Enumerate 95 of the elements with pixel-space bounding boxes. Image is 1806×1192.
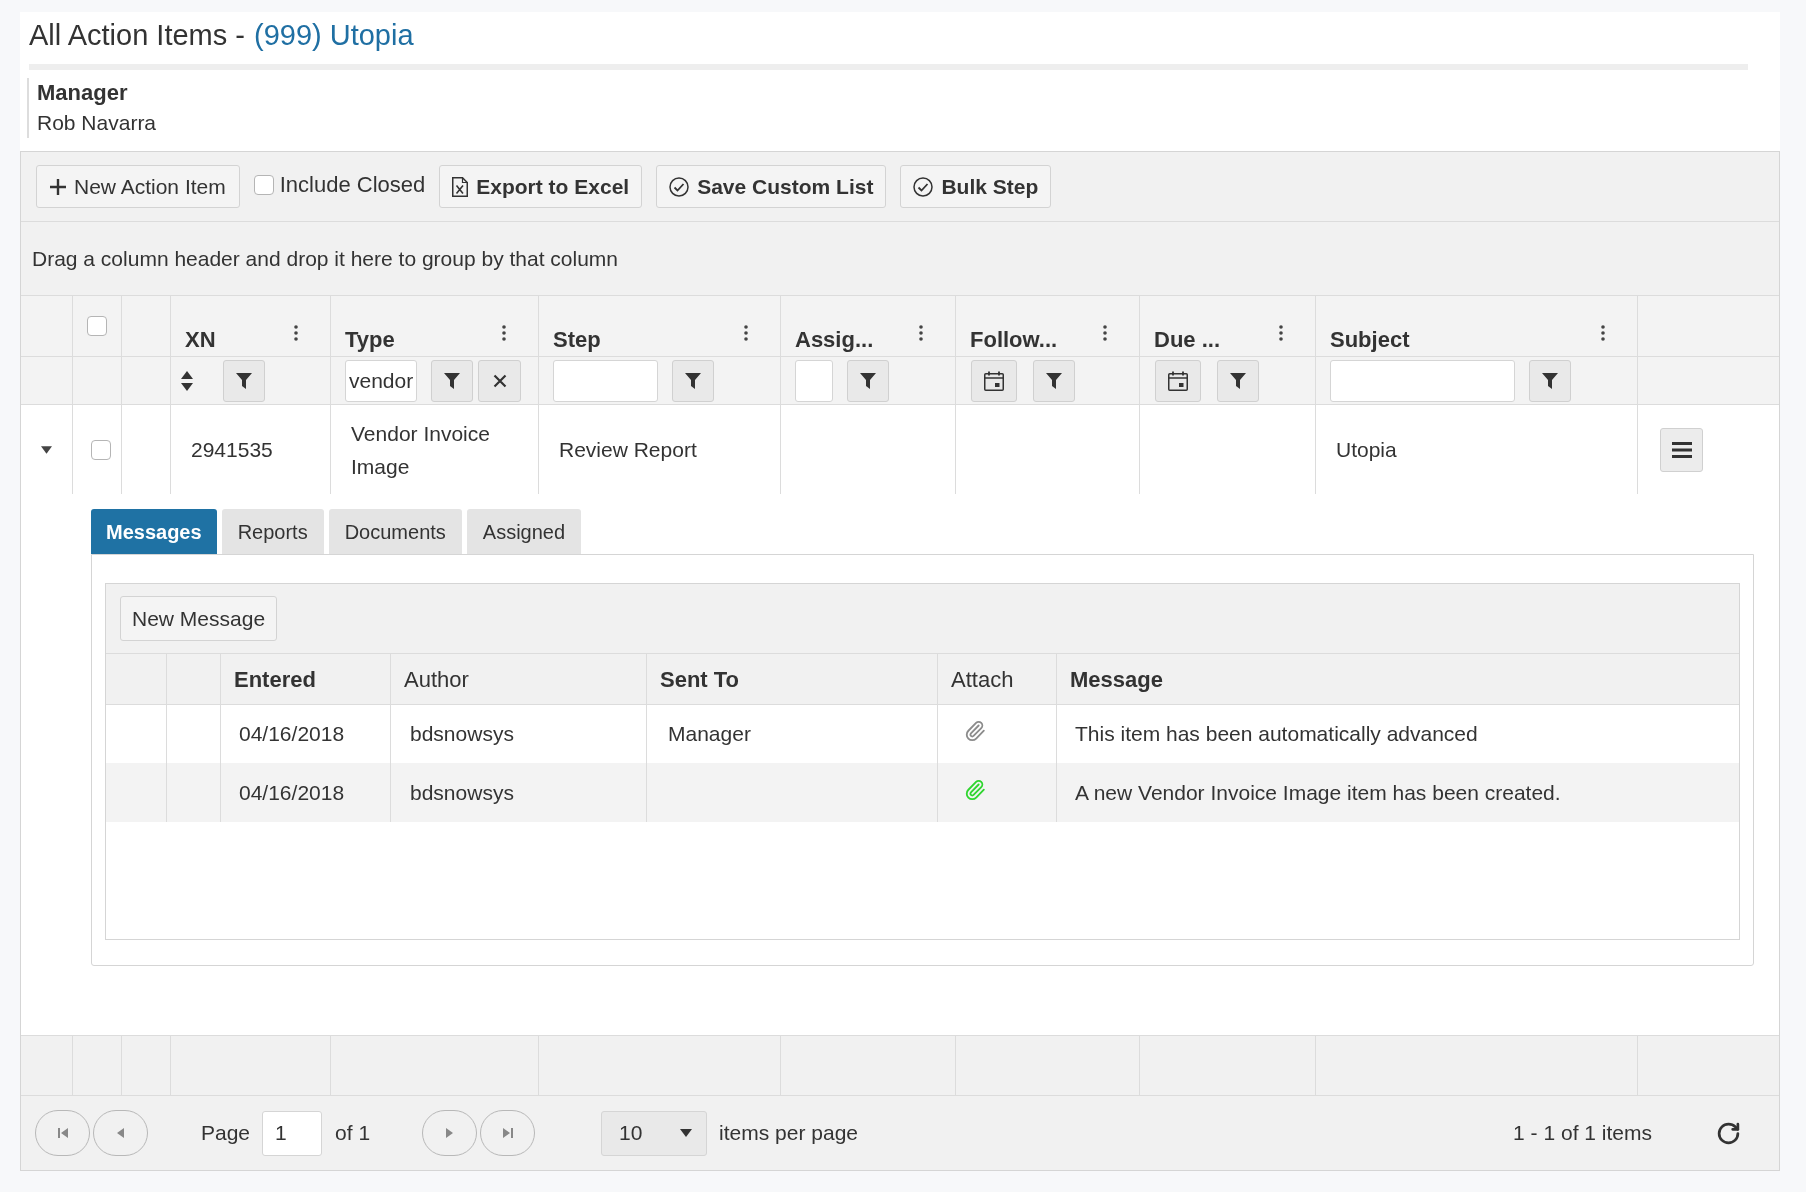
include-closed-checkbox[interactable]	[253, 174, 274, 195]
column-header[interactable]: Attach	[951, 662, 1014, 696]
page-number-input[interactable]: 1	[262, 1110, 323, 1156]
page-title: All Action Items -	[29, 18, 245, 52]
new-action-item-button[interactable]: New Action Item	[36, 165, 240, 208]
kebab-menu-icon[interactable]	[1601, 324, 1605, 342]
action-button[interactable]: Bulk Step	[900, 165, 1052, 208]
check-circle-icon	[669, 176, 690, 197]
filter-icon	[685, 372, 701, 389]
row-checkbox[interactable]	[91, 439, 111, 460]
filter-icon	[444, 372, 460, 389]
pager-summary: 1 - 1 of 1 items	[1513, 1120, 1652, 1147]
title-link[interactable]: (999) Utopia	[253, 18, 414, 52]
role-label: Manager	[37, 79, 128, 107]
tab[interactable]: Reports	[221, 509, 324, 554]
calendar-button[interactable]	[1155, 359, 1201, 402]
table-cell-text: This item has been automatically advanced	[1075, 721, 1478, 748]
filter-input[interactable]	[553, 359, 658, 402]
filter-button[interactable]	[672, 359, 714, 402]
column-header[interactable]: Follow...	[970, 326, 1058, 354]
column-header[interactable]: Due ...	[1154, 326, 1220, 354]
skip-end-icon	[502, 1128, 513, 1138]
tab[interactable]: Messages	[91, 509, 217, 554]
kebab-menu-icon[interactable]	[744, 324, 748, 342]
table-cell-text: bdsnowsys	[410, 721, 514, 748]
refresh-icon[interactable]	[1716, 1120, 1741, 1146]
paperclip-icon[interactable]	[964, 720, 986, 742]
clear-filter-button[interactable]	[478, 359, 521, 402]
filter-button[interactable]	[1033, 359, 1075, 402]
filter-icon	[860, 372, 876, 389]
column-header[interactable]: Step	[553, 326, 601, 354]
sort-arrows-icon[interactable]	[181, 370, 193, 391]
table-cell-text: 2941535	[191, 437, 273, 463]
menu-icon	[1671, 441, 1692, 458]
table-cell-text: 04/16/2018	[239, 721, 345, 748]
column-header[interactable]: XN	[185, 326, 216, 354]
filter-icon	[1542, 372, 1558, 389]
page-total-label: of 1	[335, 1120, 371, 1147]
assignee-name: Rob Navarra	[37, 110, 157, 136]
kebab-menu-icon[interactable]	[1103, 324, 1107, 342]
column-header[interactable]: Sent To	[660, 662, 740, 696]
triangle-left-icon	[117, 1128, 124, 1138]
filter-input[interactable]	[1330, 359, 1515, 402]
group-drop-area[interactable]: Drag a column header and drop it here to group by that column	[21, 222, 1779, 295]
checkbox-label[interactable]: Include Closed	[279, 168, 426, 201]
page-size-select[interactable]: 10	[601, 1110, 708, 1156]
filter-button[interactable]	[847, 359, 889, 402]
filter-input[interactable]	[795, 359, 833, 402]
skip-start-icon	[57, 1128, 68, 1138]
page-size-label: items per page	[719, 1120, 858, 1147]
table-cell-text: 04/16/2018	[239, 779, 345, 806]
filter-input[interactable]: vendor	[345, 359, 417, 402]
file-x-icon	[452, 176, 469, 197]
filter-button[interactable]	[223, 359, 265, 402]
row-menu-button[interactable]	[1660, 427, 1703, 472]
paperclip-icon[interactable]	[964, 778, 986, 801]
plus-icon	[50, 178, 66, 195]
calendar-button[interactable]	[971, 359, 1017, 402]
table-cell-text: bdsnowsys	[410, 779, 514, 806]
filter-icon	[1230, 372, 1246, 389]
kebab-menu-icon[interactable]	[919, 324, 923, 342]
table-cell-text: Review Report	[559, 437, 697, 463]
select-all-checkbox[interactable]	[87, 316, 107, 336]
triangle-right-icon	[446, 1128, 454, 1138]
column-header[interactable]: Author	[404, 662, 469, 696]
table-cell-text: Vendor Invoice Image	[351, 420, 491, 480]
column-header[interactable]: Assig...	[795, 326, 874, 354]
page-label: Page	[201, 1120, 251, 1147]
filter-icon	[1046, 372, 1062, 389]
filter-button[interactable]	[1529, 359, 1571, 402]
kebab-menu-icon[interactable]	[1279, 324, 1283, 342]
kebab-menu-icon[interactable]	[502, 324, 506, 342]
action-button[interactable]: Save Custom List	[656, 165, 887, 208]
filter-icon	[236, 372, 252, 389]
check-circle-icon	[913, 176, 934, 197]
close-icon	[492, 373, 507, 388]
calendar-icon	[1168, 370, 1188, 391]
table-cell-text: Manager	[668, 721, 751, 748]
table-cell-text: Utopia	[1336, 437, 1397, 463]
column-header[interactable]: Message	[1070, 662, 1163, 696]
export-button[interactable]: Export to Excel	[439, 165, 643, 208]
caret-down-icon[interactable]	[41, 445, 52, 454]
table-cell-text: A new Vendor Invoice Image item has been created.	[1075, 779, 1561, 806]
caret-down-icon	[680, 1129, 693, 1137]
kebab-menu-icon[interactable]	[294, 324, 298, 342]
tab[interactable]: Assigned	[466, 509, 582, 554]
filter-button[interactable]	[1217, 359, 1259, 402]
column-header[interactable]: Subject	[1330, 326, 1410, 354]
column-header[interactable]: Type	[345, 326, 395, 354]
filter-button[interactable]	[431, 359, 473, 402]
tab[interactable]: Documents	[328, 509, 462, 554]
group-hint-text: Drag a column header and drop it here to group by that column	[32, 245, 619, 272]
calendar-icon	[984, 370, 1004, 391]
new-message-button[interactable]: New Message	[120, 596, 278, 641]
column-header[interactable]: Entered	[234, 662, 316, 696]
